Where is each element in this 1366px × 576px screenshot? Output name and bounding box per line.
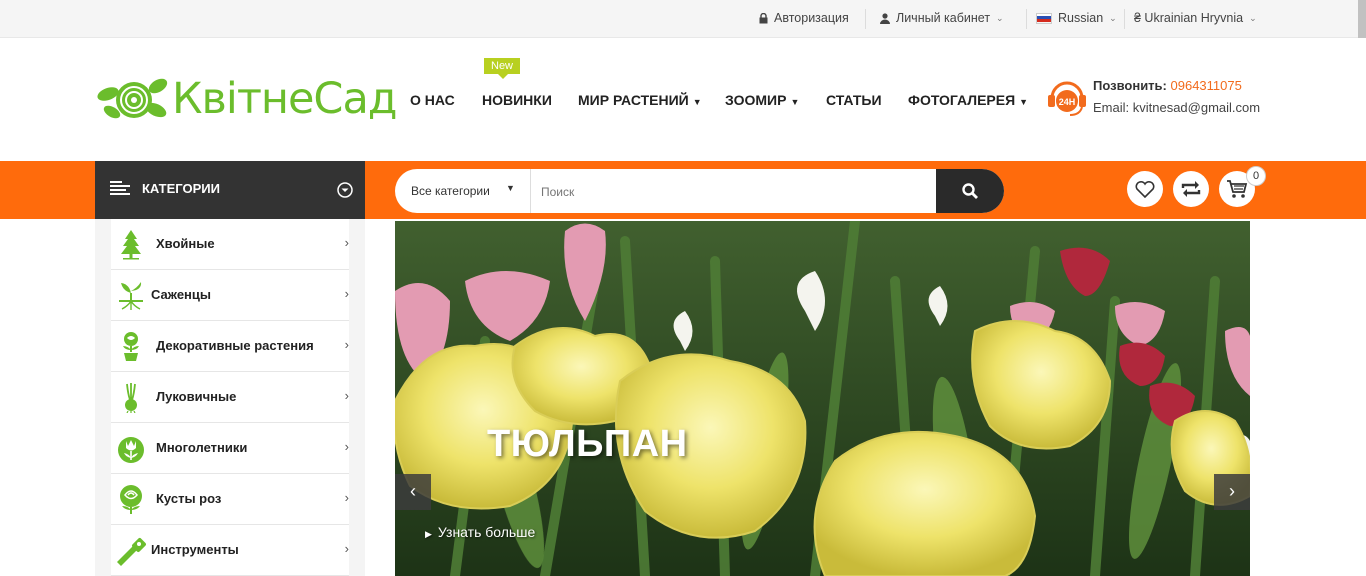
compare-button[interactable] [1173, 171, 1209, 207]
chevron-right-icon: › [1229, 481, 1235, 501]
support-24h-icon: 24H [1048, 81, 1086, 116]
learn-more-link[interactable]: ▶ Узнать больше [425, 524, 535, 540]
category-item[interactable]: Многолетники › [111, 423, 349, 474]
category-item[interactable]: Инструменты › [111, 525, 349, 576]
compare-icon [1181, 181, 1201, 197]
chevron-down-icon: ⌄ [1249, 12, 1257, 23]
caret-down-icon: ▼ [790, 97, 800, 107]
search-category-select[interactable]: Все категории ▼ [395, 169, 531, 213]
logo-text: КвітнеСад [172, 74, 398, 124]
bulb-icon [125, 383, 137, 413]
toolbar: КАТЕГОРИИ Все категории ▼ [0, 161, 1366, 219]
conifer-icon [121, 230, 141, 260]
nav-news[interactable]: НОВИНКИ [482, 92, 552, 108]
slider-next-button[interactable]: › [1214, 474, 1250, 510]
top-bar: Авторизация Личный кабинет ⌄ Russian ⌄ ₴… [0, 0, 1366, 38]
logo[interactable]: КвітнеСад [96, 72, 398, 126]
chevron-right-icon: › [344, 490, 349, 505]
categories-toggle[interactable]: КАТЕГОРИИ [95, 161, 365, 219]
tulip-icon [118, 437, 144, 463]
currency-dropdown[interactable]: ₴ Ukrainian Hryvnia ⌄ [1134, 11, 1257, 25]
category-item[interactable]: Саженцы › [111, 270, 349, 321]
category-item[interactable]: Декоративные растения › [111, 321, 349, 372]
rose-pot-icon [123, 332, 139, 361]
caret-right-icon: ▶ [425, 529, 432, 539]
heart-icon [1135, 180, 1155, 198]
slider-prev-button[interactable]: ‹ [395, 474, 431, 510]
hero-slider[interactable]: ТЮЛЬПАН ▶ Узнать больше ‹ › [395, 221, 1250, 576]
rose-icon [120, 485, 142, 514]
user-icon [880, 12, 890, 24]
chevron-down-icon: ⌄ [996, 12, 1004, 23]
phone-link[interactable]: 0964311075 [1171, 78, 1242, 93]
chevron-down-icon: ⌄ [1109, 12, 1117, 23]
nav-articles[interactable]: СТАТЬИ [826, 92, 882, 108]
cart-icon [1227, 180, 1248, 198]
cart-count-badge: 0 [1246, 166, 1266, 186]
nav-about[interactable]: О НАС [410, 92, 455, 108]
search-bar: Все категории ▼ [395, 169, 1004, 213]
chevron-right-icon: › [344, 337, 349, 352]
search-button[interactable] [936, 169, 1004, 213]
tulip-photo [395, 221, 1250, 576]
category-item[interactable]: Кусты роз › [111, 474, 349, 525]
divider [1124, 9, 1125, 29]
category-item[interactable]: Хвойные › [111, 219, 349, 270]
search-icon [962, 183, 978, 199]
chevron-right-icon: › [344, 235, 349, 250]
chevron-left-icon: ‹ [410, 481, 416, 501]
phone-line: Позвонить: 0964311075 [1093, 78, 1242, 93]
new-badge: New [484, 58, 521, 79]
chainsaw-icon [117, 538, 146, 566]
nav-plants[interactable]: МИР РАСТЕНИЙ ▼ [578, 92, 702, 108]
search-input[interactable] [531, 169, 943, 213]
caret-down-icon: ▼ [692, 97, 702, 107]
email-line[interactable]: Email: kvitnesad@gmail.com [1093, 100, 1260, 115]
lock-icon [759, 12, 768, 23]
russia-flag-icon [1036, 12, 1052, 24]
svg-text:24H: 24H [1059, 97, 1076, 107]
category-list: Хвойные › Саженцы › Декоративные растени… [111, 219, 349, 576]
nav-gallery[interactable]: ФОТОГАЛЕРЕЯ ▼ [908, 92, 1028, 108]
slide-title: ТЮЛЬПАН [487, 423, 688, 465]
seedling-icon [119, 282, 143, 310]
chevron-circle-down-icon [337, 182, 353, 198]
category-item[interactable]: Луковичные › [111, 372, 349, 423]
chevron-right-icon: › [344, 541, 349, 556]
chevron-right-icon: › [344, 286, 349, 301]
login-link[interactable]: Авторизация [759, 11, 849, 25]
caret-down-icon: ▼ [1019, 97, 1029, 107]
account-dropdown[interactable]: Личный кабинет ⌄ [880, 11, 1004, 25]
caret-down-icon: ▼ [506, 183, 515, 193]
chevron-right-icon: › [344, 439, 349, 454]
divider [1026, 9, 1027, 29]
language-dropdown[interactable]: Russian ⌄ [1036, 11, 1117, 25]
header: КвітнеСад New О НАС НОВИНКИ МИР РАСТЕНИЙ… [0, 38, 1366, 161]
category-sidebar: Хвойные › Саженцы › Декоративные растени… [95, 219, 365, 576]
chevron-right-icon: › [344, 388, 349, 403]
wishlist-button[interactable] [1127, 171, 1163, 207]
nav-zoo[interactable]: ЗООМИР ▼ [725, 92, 799, 108]
divider [865, 9, 866, 29]
menu-icon [110, 181, 130, 195]
rose-logo-icon [97, 78, 168, 119]
